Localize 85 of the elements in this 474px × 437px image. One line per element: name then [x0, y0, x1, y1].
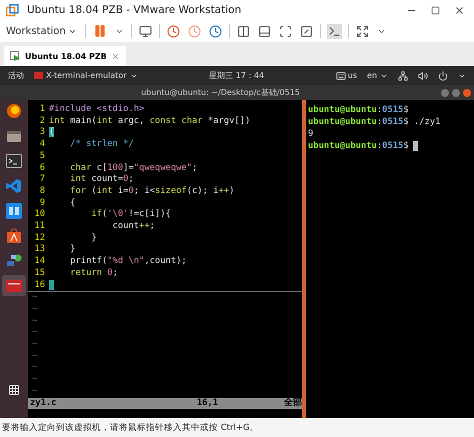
shell-line: ubuntu@ubuntu:0515$ ./zy1: [308, 116, 442, 128]
line-number: 4: [38, 139, 46, 151]
shopping-bag-icon: [6, 228, 22, 244]
code-line: int main(int argc, const char *argv[]): [49, 116, 250, 127]
shell-output: 9: [308, 128, 314, 140]
keyboard-icon: [336, 70, 346, 80]
close-icon[interactable]: [110, 52, 120, 60]
empty-line-marker: ~: [31, 339, 38, 351]
crossed-square-icon[interactable]: [298, 24, 314, 38]
volume-icon[interactable]: [418, 70, 428, 80]
line-number: 3: [38, 127, 46, 140]
line-number: 6: [38, 162, 46, 174]
app-icon: [6, 4, 19, 16]
console-icon[interactable]: [326, 24, 342, 38]
line-number: 7: [38, 174, 46, 186]
line-number: 2: [38, 116, 46, 128]
panel-icon[interactable]: [256, 24, 272, 38]
code-line: char c[100]="qweqweqwe";: [69, 162, 198, 174]
empty-line-marker: ~: [31, 316, 38, 328]
stretch-icon[interactable]: [354, 24, 370, 38]
sidebar-icon[interactable]: [236, 24, 251, 38]
line-number: 5: [38, 150, 46, 163]
empty-line-marker: ~: [31, 304, 38, 316]
line-number: 12: [33, 232, 46, 244]
line-number: 13: [33, 244, 46, 256]
maximize-icon: [431, 6, 440, 14]
code-line: {: [69, 198, 76, 210]
close-button[interactable]: [463, 88, 471, 96]
line-number: 11: [33, 221, 46, 233]
code-line: #include <stdio.h>: [49, 104, 144, 116]
line-number: 15: [33, 268, 46, 280]
code-line: /* strlen */: [69, 139, 134, 151]
apps-grid-icon[interactable]: [8, 384, 20, 396]
folder-icon: [6, 128, 22, 142]
firefox-icon: [6, 102, 22, 118]
empty-line-marker: ~: [31, 292, 38, 304]
window-icon: [6, 280, 22, 292]
shell-line: ubuntu@ubuntu:0515$: [308, 140, 472, 152]
code-editor-icon: [6, 178, 22, 194]
cursor-position: 16,1: [196, 398, 218, 410]
vm-icon: [10, 50, 21, 62]
keyboard-layout[interactable]: us: [348, 71, 358, 80]
dock-item[interactable]: [2, 275, 26, 296]
window-title: Ubuntu 18.04 PZB - VMware Workstation: [27, 4, 242, 16]
line-number: 9: [38, 198, 46, 210]
line-number: 16: [33, 280, 46, 292]
clock-icon[interactable]: [166, 24, 181, 38]
app-tile-icon: [6, 202, 22, 218]
clock-icon[interactable]: [208, 24, 223, 38]
line-number: 8: [38, 186, 46, 198]
code-line: printf("%d \n",count);: [69, 256, 187, 268]
shell-line: ubuntu@ubuntu:0515$: [308, 104, 410, 116]
code-line: }: [69, 244, 76, 256]
terminal-title: ubuntu@ubuntu: ~/Desktop/c基础/0515: [140, 87, 301, 98]
window-icon: [34, 72, 43, 79]
app-menu[interactable]: X-terminal-emulator: [34, 71, 138, 80]
close-icon: [454, 4, 465, 16]
monitor-icon[interactable]: [138, 24, 153, 38]
vm-tab[interactable]: Ubuntu 18.04 PZB: [4, 46, 126, 66]
scroll-position: 全部: [284, 398, 302, 410]
empty-line-marker: ~: [31, 386, 38, 398]
status-message: 要将输入定向到该虚拟机，请将鼠标指针移入其中或按 Ctrl+G。: [2, 422, 259, 434]
empty-line-marker: ~: [31, 374, 38, 386]
network-icon[interactable]: [398, 70, 408, 80]
line-number: 1: [38, 104, 46, 116]
line-number: 14: [33, 256, 46, 268]
workstation-menu[interactable]: Workstation: [4, 26, 79, 36]
empty-line-marker: ~: [31, 327, 38, 340]
empty-line-marker: ~: [31, 350, 38, 362]
code-line: int count=0;: [69, 174, 134, 186]
power-icon[interactable]: [438, 70, 448, 80]
terminal-icon: [6, 154, 22, 168]
code-line: if('\0'!=c[i]){: [90, 209, 171, 222]
file-name: zy1.c: [30, 398, 56, 410]
clock[interactable]: 星期三 17：44: [209, 70, 264, 81]
line-number: 10: [33, 209, 46, 222]
fullscreen-icon[interactable]: [278, 24, 293, 38]
code-line: }: [90, 232, 97, 244]
code-line: count++;: [112, 221, 155, 233]
code-line: return 0;: [69, 268, 118, 280]
language-menu[interactable]: en: [367, 71, 388, 80]
network-icon: [6, 252, 22, 268]
activities-button[interactable]: 活动: [8, 70, 24, 81]
empty-line-marker: ~: [31, 362, 38, 374]
code-line: for (int i=0; i<sizeof(c); i++): [69, 186, 234, 198]
